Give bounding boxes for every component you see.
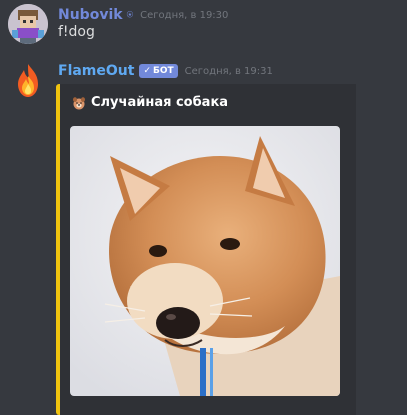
check-icon: ✓	[143, 66, 151, 76]
message-text: f!dog	[58, 24, 95, 40]
bot-status-icon: ⍟	[126, 8, 134, 21]
message-nubovik: Nubovik ⍟ Сегодня, в 19:30 f!dog	[0, 0, 407, 56]
embed-title: Случайная собака	[72, 95, 228, 110]
message-timestamp: Сегодня, в 19:31	[184, 65, 273, 77]
shiba-inu-dog-photo[interactable]	[70, 126, 340, 396]
message-timestamp: Сегодня, в 19:30	[140, 9, 229, 21]
bot-badge: ✓ БОТ	[139, 64, 178, 78]
flame-icon[interactable]	[8, 60, 48, 100]
embed: Случайная собака	[56, 84, 356, 415]
message-flameout: FlameOut ✓ БОТ Сегодня, в 19:31 Случайная…	[0, 56, 407, 415]
pixel-character-avatar-icon[interactable]	[8, 4, 48, 44]
dog-face-icon	[73, 96, 85, 109]
author-name[interactable]: Nubovik	[58, 7, 123, 23]
embed-title-text: Случайная собака	[91, 95, 229, 110]
bot-badge-label: БОТ	[153, 66, 174, 76]
author-name[interactable]: FlameOut	[58, 63, 134, 79]
